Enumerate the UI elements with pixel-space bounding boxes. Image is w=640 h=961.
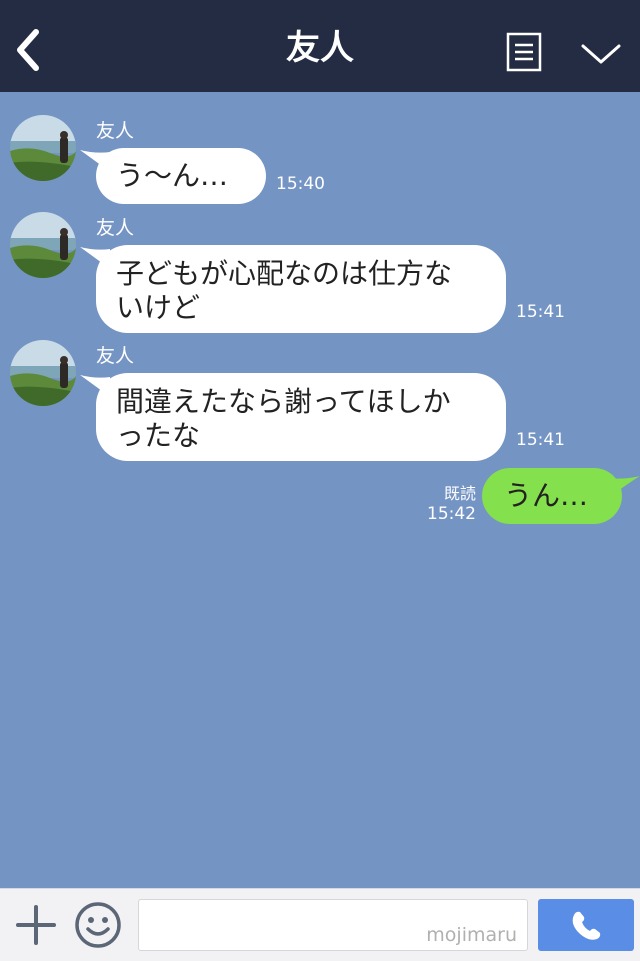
chat-header: 友人 — [0, 0, 640, 92]
my-message-bubble[interactable]: うん… — [482, 468, 640, 524]
collapse-button[interactable] — [578, 38, 624, 70]
message-bubble[interactable]: 子どもが心配なのは仕方な いけど — [80, 245, 506, 333]
list-menu-icon — [506, 32, 542, 72]
smiley-icon — [75, 902, 121, 948]
read-label: 既読 — [443, 484, 476, 503]
bubble-tail — [80, 375, 110, 397]
message-text-line: 子どもが心配なのは仕方な — [116, 257, 453, 290]
avatar-landscape-image — [10, 212, 76, 278]
back-button[interactable] — [10, 26, 50, 74]
plus-icon — [16, 905, 56, 945]
message-time: 15:42 — [427, 504, 476, 524]
message-bubble[interactable]: う〜ん… — [80, 148, 266, 204]
read-receipt: 既読 15:42 — [410, 484, 476, 524]
chat-title: 友人 — [286, 28, 354, 68]
emoji-button[interactable] — [74, 901, 122, 949]
avatar-landscape-image — [10, 340, 76, 406]
avatar-landscape-image — [10, 115, 76, 181]
chevron-left-icon — [17, 29, 39, 71]
message-bubble[interactable]: 間違えたなら謝ってほしか ったな — [80, 373, 506, 461]
message-time: 15:41 — [516, 430, 565, 450]
avatar[interactable] — [10, 212, 76, 278]
input-bar: mojimaru — [0, 888, 640, 961]
chevron-down-icon — [581, 44, 621, 64]
sender-name: 友人 — [96, 120, 135, 142]
message-text-line: ったな — [116, 419, 201, 452]
watermark-text: mojimaru — [426, 924, 517, 946]
sender-name: 友人 — [96, 345, 135, 367]
avatar[interactable] — [10, 115, 76, 181]
message-text: う〜ん… — [116, 159, 229, 192]
bubble-tail — [606, 476, 640, 500]
message-text-line: 間違えたなら謝ってほしか — [116, 385, 451, 418]
chat-area[interactable]: 友人 う〜ん… 15:40 友人 子どもが心配なのは仕方な いけど 15:41 — [0, 92, 640, 888]
avatar[interactable] — [10, 340, 76, 406]
bubble-tail — [80, 247, 110, 269]
message-input[interactable]: mojimaru — [138, 899, 528, 951]
call-button[interactable] — [538, 899, 634, 951]
bubble-tail — [80, 150, 110, 172]
sender-name: 友人 — [96, 217, 135, 239]
menu-button[interactable] — [506, 32, 542, 72]
add-button[interactable] — [14, 903, 58, 947]
message-time: 15:40 — [276, 174, 325, 194]
message-text: うん… — [504, 479, 589, 512]
message-time: 15:41 — [516, 302, 565, 322]
message-text-line: いけど — [116, 291, 201, 324]
phone-icon — [572, 911, 601, 940]
